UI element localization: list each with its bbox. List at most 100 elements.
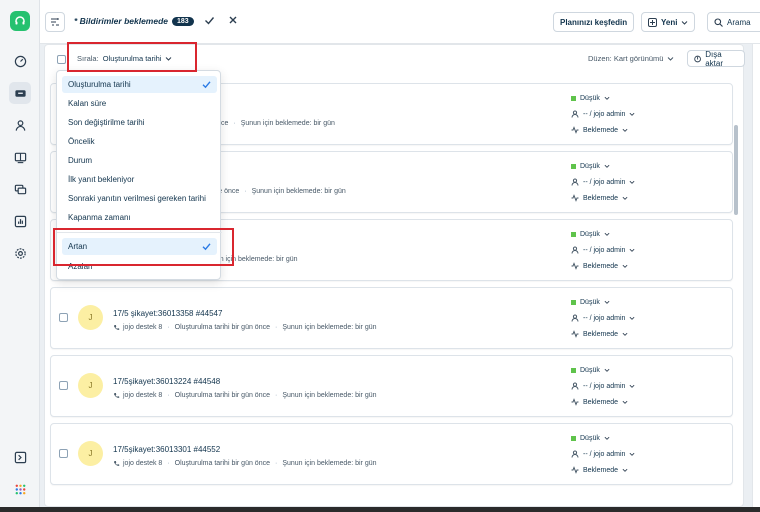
sort-option[interactable]: Kapanma zamanı	[62, 209, 217, 226]
sidebar	[0, 0, 40, 507]
ticket-checkbox[interactable]	[59, 449, 68, 458]
app-logo[interactable]	[10, 11, 30, 31]
status-wave-icon	[571, 126, 579, 134]
chevron-down-icon	[622, 468, 628, 472]
export-button[interactable]: Dışa aktar	[687, 50, 745, 68]
user-icon	[571, 178, 579, 186]
ticket-waiting: Şunun için beklemede: bir gün	[282, 460, 377, 467]
sort-option[interactable]: Sonraki yanıtın verilmesi gereken tarihi	[62, 190, 217, 207]
separator-dot: ·	[244, 188, 247, 195]
assignee-label: -- / jojo admin	[583, 246, 626, 254]
assignee-dropdown[interactable]: -- / jojo admin	[571, 446, 721, 462]
sort-option[interactable]: Öncelik	[62, 133, 217, 150]
sort-option[interactable]: Oluşturulma tarihi	[62, 76, 217, 93]
user-icon	[571, 382, 579, 390]
priority-dropdown[interactable]: Düşük	[571, 226, 721, 242]
filter-toggle-button[interactable]	[45, 12, 65, 32]
sort-option[interactable]: Kalan süre	[62, 95, 217, 112]
sort-option[interactable]: İlk yanıt bekleniyor	[62, 171, 217, 188]
layout-dropdown[interactable]: Düzen: Kart görünümü	[588, 54, 674, 63]
ticket-card[interactable]: J 17/5şikayet:36013224 #44548 jojo destek …	[50, 355, 733, 417]
settings-gear-icon[interactable]	[9, 242, 31, 264]
ticket-properties: Düşük -- / jojo admin Beklemede	[571, 294, 721, 342]
expand-sidebar-icon[interactable]	[9, 446, 31, 468]
assignee-dropdown[interactable]: -- / jojo admin	[571, 310, 721, 326]
assignee-dropdown[interactable]: -- / jojo admin	[571, 106, 721, 122]
user-icon	[571, 246, 579, 254]
priority-low-icon	[571, 435, 576, 441]
priority-dropdown[interactable]: Düşük	[571, 158, 721, 174]
status-dropdown[interactable]: Beklemede	[571, 462, 721, 478]
scrollbar[interactable]	[733, 85, 739, 505]
view-title[interactable]: * Bildirimler beklemede 183	[74, 16, 194, 26]
conversations-icon[interactable]	[9, 178, 31, 200]
ticket-card[interactable]: J 17/5şikayet:36013301 #44552 jojo destek …	[50, 423, 733, 485]
assignee-dropdown[interactable]: -- / jojo admin	[571, 378, 721, 394]
chevron-down-icon	[604, 164, 610, 168]
sort-option-label: Oluşturulma tarihi	[68, 80, 131, 89]
ticket-properties: Düşük -- / jojo admin Beklemede	[571, 430, 721, 478]
priority-dropdown[interactable]: Düşük	[571, 294, 721, 310]
assignee-dropdown[interactable]: -- / jojo admin	[571, 174, 721, 190]
ticket-agent: jojo destek 8	[123, 324, 163, 331]
status-wave-icon	[571, 262, 579, 270]
avatar: J	[78, 305, 103, 330]
close-icon[interactable]	[228, 15, 238, 27]
ticket-checkbox[interactable]	[59, 381, 68, 390]
user-icon	[571, 450, 579, 458]
select-all-checkbox[interactable]	[57, 55, 66, 64]
assignee-dropdown[interactable]: -- / jojo admin	[571, 242, 721, 258]
ticket-meta: jojo destek 8 · Oluşturulma tarihi bir gün…	[113, 392, 377, 399]
status-dropdown[interactable]: Beklemede	[571, 394, 721, 410]
view-title-text: * Bildirimler beklemede	[74, 16, 169, 26]
user-icon	[571, 314, 579, 322]
chevron-down-icon	[629, 384, 635, 388]
highlight-sort-box	[67, 42, 197, 72]
status-dropdown[interactable]: Beklemede	[571, 326, 721, 342]
status-label: Beklemede	[583, 466, 619, 474]
ticket-agent: jojo destek 8	[123, 460, 163, 467]
search-label: Arama	[727, 17, 751, 27]
ticket-waiting: Şunun için beklemede: bir gün	[282, 392, 377, 399]
sort-option[interactable]: Son değiştirilme tarihi	[62, 114, 217, 131]
ticket-checkbox[interactable]	[59, 313, 68, 322]
chevron-down-icon	[622, 400, 628, 404]
discover-plan-button[interactable]: Planınızı keşfedin	[553, 12, 635, 32]
knowledge-base-icon[interactable]	[9, 146, 31, 168]
scroll-thumb[interactable]	[734, 125, 738, 215]
status-dropdown[interactable]: Beklemede	[571, 122, 721, 138]
contacts-icon[interactable]	[9, 114, 31, 136]
search-button[interactable]: Arama	[707, 12, 760, 32]
priority-dropdown[interactable]: Düşük	[571, 362, 721, 378]
ticket-subject[interactable]: 17/5şikayet:36013224 #44548	[113, 377, 220, 386]
dashboard-icon[interactable]	[9, 50, 31, 72]
priority-dropdown[interactable]: Düşük	[571, 90, 721, 106]
search-icon	[714, 17, 723, 27]
sort-option[interactable]: Durum	[62, 152, 217, 169]
save-view-check-icon[interactable]	[204, 15, 215, 28]
ticket-created: Oluşturulma tarihi bir gün önce	[174, 460, 270, 467]
priority-dropdown[interactable]: Düşük	[571, 430, 721, 446]
ticket-waiting: Şunun için beklemede: bir gün	[240, 120, 335, 127]
status-dropdown[interactable]: Beklemede	[571, 258, 721, 274]
ticket-waiting: Şunun için beklemede: bir gün	[251, 188, 346, 195]
status-label: Beklemede	[583, 330, 619, 338]
ticket-card[interactable]: J 17/5 şikayet:36013358 #44547 jojo destek…	[50, 287, 733, 349]
chevron-down-icon	[604, 300, 610, 304]
assignee-label: -- / jojo admin	[583, 110, 626, 118]
ticket-waiting: Şunun için beklemede: bir gün	[282, 324, 377, 331]
export-icon	[694, 55, 701, 62]
new-button[interactable]: Yeni	[641, 12, 696, 32]
plus-box-icon	[648, 17, 657, 27]
assignee-label: -- / jojo admin	[583, 450, 626, 458]
app-grid-icon[interactable]	[9, 478, 31, 500]
tickets-icon[interactable]	[9, 82, 31, 104]
ticket-subject[interactable]: 17/5 şikayet:36013358 #44547	[113, 309, 222, 318]
priority-low-icon	[571, 231, 576, 237]
priority-label: Düşük	[580, 366, 600, 374]
chevron-down-icon	[622, 196, 628, 200]
status-wave-icon	[571, 398, 579, 406]
status-dropdown[interactable]: Beklemede	[571, 190, 721, 206]
ticket-subject[interactable]: 17/5şikayet:36013301 #44552	[113, 445, 220, 454]
reports-icon[interactable]	[9, 210, 31, 232]
